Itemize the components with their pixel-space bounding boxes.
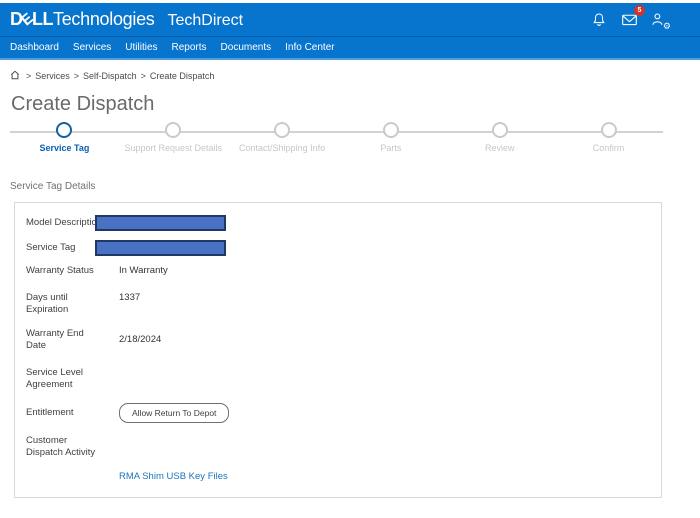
field-value: 2/18/2024 (119, 334, 162, 345)
step-label: Support Request Details (124, 143, 223, 153)
nav-item-utilities[interactable]: Utilities (125, 42, 157, 53)
breadcrumb-item-create-dispatch: Create Dispatch (149, 71, 215, 81)
nav-item-reports[interactable]: Reports (172, 42, 207, 53)
notifications-bell-icon[interactable] (590, 11, 608, 29)
detail-row-warranty-status: Warranty Status In Warranty (15, 265, 661, 277)
dispatch-stepper: Service Tag Support Request Details Contac… (10, 122, 663, 164)
redacted-value (95, 240, 226, 256)
step-circle-support-request-details (165, 122, 182, 138)
field-label: Entitlement (26, 407, 74, 418)
page-content: > Services > Self-Dispatch > Create Dispatch … (10, 70, 663, 498)
header-icons: 5 ⚙ (590, 4, 671, 31)
field-label: Warranty Status (26, 265, 94, 276)
step-review[interactable]: Review (445, 122, 554, 153)
field-value: 1337 (119, 292, 141, 303)
step-circle-service-tag (56, 122, 73, 138)
detail-row-days-until-expiration: Days until Expiration 1337 (15, 292, 661, 316)
redacted-value (95, 215, 226, 231)
stepper-steps: Service Tag Support Request Details Contac… (10, 122, 663, 153)
detail-row-entitlement: Entitlement Allow Return To Depot (15, 403, 661, 423)
step-circle-review (491, 122, 508, 138)
step-circle-confirm (600, 122, 617, 138)
field-value: In Warranty (119, 265, 168, 276)
technologies-wordmark: Technologies (53, 9, 155, 29)
step-label: Parts (380, 143, 402, 153)
field-label: Service Tag (26, 242, 76, 253)
account-settings-icon[interactable]: ⚙ (650, 11, 671, 31)
section-title: Service Tag Details (10, 181, 96, 192)
messages-envelope-icon[interactable]: 5 (620, 4, 645, 29)
field-label: Warranty End Date (26, 328, 84, 351)
service-tag-details-panel: Model Description Service Tag Warranty Sta… (14, 202, 662, 498)
breadcrumb-item-services[interactable]: Services (35, 71, 70, 81)
nav-item-services[interactable]: Services (73, 42, 111, 53)
breadcrumb-separator: > (26, 71, 32, 81)
page-title: Create Dispatch (11, 93, 155, 115)
detail-row-warranty-end-date: Warranty End Date 2/18/2024 (15, 328, 661, 352)
detail-row-service-level-agreement: Service Level Agreement (15, 367, 661, 391)
nav-item-documents[interactable]: Documents (221, 42, 272, 53)
step-circle-contact-shipping-info (274, 122, 291, 138)
breadcrumb-item-self-dispatch[interactable]: Self-Dispatch (83, 71, 137, 81)
detail-row-link: RMA Shim USB Key Files (15, 471, 661, 483)
field-label: Customer Dispatch Activity (26, 435, 96, 458)
home-icon[interactable] (10, 70, 22, 82)
breadcrumb-separator: > (73, 71, 80, 81)
step-confirm[interactable]: Confirm (554, 122, 663, 153)
unread-count-badge: 5 (634, 4, 645, 16)
breadcrumb-separator: > (140, 71, 146, 81)
techdirect-wordmark: TechDirect (167, 12, 244, 29)
detail-row-model-description: Model Description (15, 215, 661, 231)
gear-icon: ⚙ (662, 20, 671, 31)
step-label: Contact/Shipping Info (239, 143, 326, 153)
rma-shim-usb-key-files-link[interactable]: RMA Shim USB Key Files (119, 471, 228, 483)
detail-row-service-tag: Service Tag (15, 240, 661, 256)
nav-item-info-center[interactable]: Info Center (285, 42, 334, 53)
allow-return-to-depot-button[interactable]: Allow Return To Depot (119, 403, 230, 423)
step-support-request-details[interactable]: Support Request Details (119, 122, 228, 153)
step-contact-shipping-info[interactable]: Contact/Shipping Info (228, 122, 337, 153)
step-label: Service Tag (39, 143, 90, 153)
step-label: Review (484, 143, 515, 153)
field-label: Service Level Agreement (26, 367, 84, 390)
step-service-tag[interactable]: Service Tag (10, 122, 119, 153)
nav-item-dashboard[interactable]: Dashboard (10, 42, 59, 53)
step-parts[interactable]: Parts (336, 122, 445, 153)
app-header: DELL Technologies TechDirect 5 ⚙ (0, 3, 700, 36)
step-label: Confirm (592, 143, 625, 153)
dell-wordmark: DELL (10, 9, 54, 30)
step-circle-parts (382, 122, 399, 138)
main-nav: Dashboard Services Utilities Reports Documen… (0, 36, 700, 60)
field-label: Days until Expiration (26, 292, 69, 315)
field-label: Model Description (26, 217, 103, 228)
breadcrumb: > Services > Self-Dispatch > Create Dispatch (10, 70, 663, 82)
dell-technologies-logo[interactable]: DELL Technologies TechDirect (10, 9, 243, 30)
detail-row-customer-dispatch-activity: Customer Dispatch Activity (15, 435, 661, 459)
